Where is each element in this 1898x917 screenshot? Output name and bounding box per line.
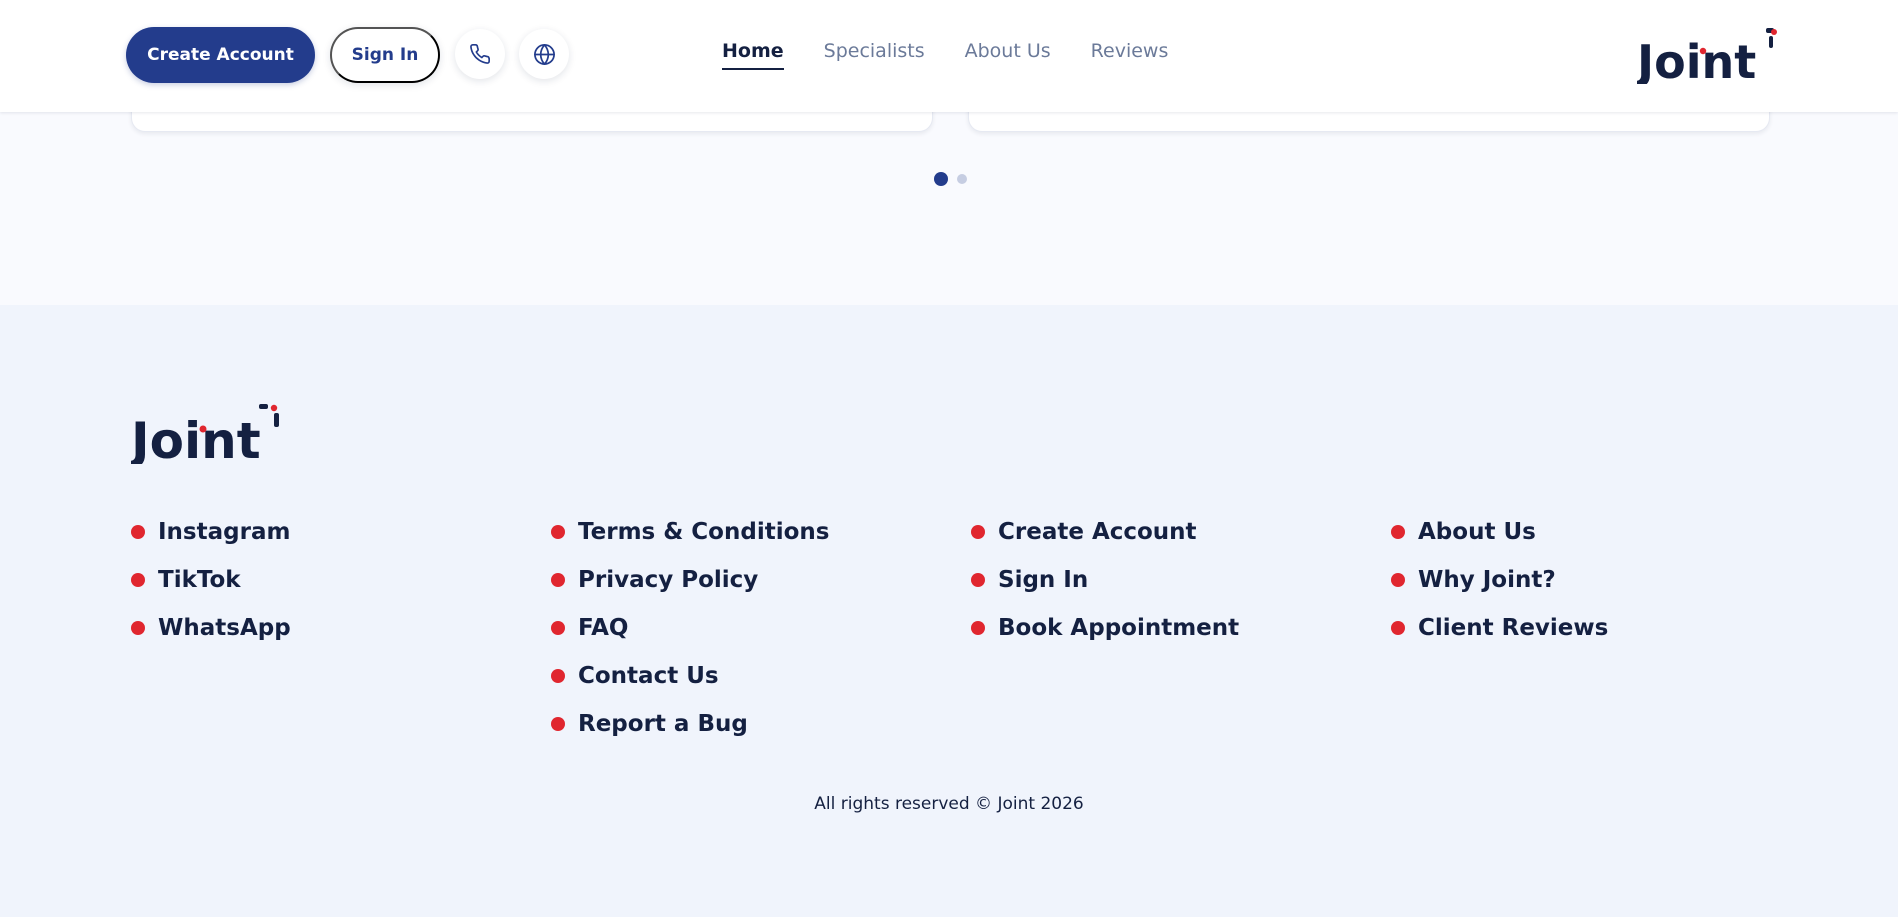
footer-link-why-joint[interactable]: Why Joint? (1391, 556, 1608, 604)
language-button[interactable] (519, 29, 569, 79)
header-logo[interactable]: Joint (1634, 28, 1779, 89)
bullet-icon (131, 525, 145, 539)
link-label: About Us (1418, 519, 1536, 545)
copyright-text: All rights reserved © Joint 2026 (814, 794, 1084, 814)
link-label: Privacy Policy (578, 567, 759, 593)
footer-column-legal: Terms & Conditions Privacy Policy FAQ Co… (551, 508, 829, 748)
bullet-icon (971, 573, 985, 587)
bullet-icon (971, 621, 985, 635)
bullet-icon (551, 525, 565, 539)
link-label: WhatsApp (158, 615, 291, 641)
footer-link-privacy[interactable]: Privacy Policy (551, 556, 829, 604)
bullet-icon (1391, 573, 1405, 587)
site-header: Create Account Sign In Home Specialists … (0, 0, 1898, 112)
footer-link-sign-in[interactable]: Sign In (971, 556, 1239, 604)
bullet-icon (1391, 525, 1405, 539)
footer-link-terms[interactable]: Terms & Conditions (551, 508, 829, 556)
bullet-icon (551, 573, 565, 587)
main-nav: Home Specialists About Us Reviews (722, 40, 1168, 70)
footer-column-company: About Us Why Joint? Client Reviews (1391, 508, 1608, 652)
create-account-button[interactable]: Create Account (126, 27, 315, 83)
link-label: TikTok (158, 567, 241, 593)
footer-column-account: Create Account Sign In Book Appointment (971, 508, 1239, 652)
link-label: Why Joint? (1418, 567, 1556, 593)
footer-link-book-appointment[interactable]: Book Appointment (971, 604, 1239, 652)
carousel-dot[interactable] (957, 174, 967, 184)
bullet-icon (1391, 621, 1405, 635)
link-label: Report a Bug (578, 711, 748, 737)
carousel-dot-active[interactable] (934, 172, 948, 186)
footer-link-about-us[interactable]: About Us (1391, 508, 1608, 556)
footer-link-faq[interactable]: FAQ (551, 604, 829, 652)
bullet-icon (131, 621, 145, 635)
footer-link-client-reviews[interactable]: Client Reviews (1391, 604, 1608, 652)
bullet-icon (971, 525, 985, 539)
logo-text: Joint (1637, 35, 1756, 84)
footer-link-create-account[interactable]: Create Account (971, 508, 1239, 556)
link-label: FAQ (578, 615, 629, 641)
footer-link-contact[interactable]: Contact Us (551, 652, 829, 700)
link-label: Create Account (998, 519, 1197, 545)
link-label: Terms & Conditions (578, 519, 830, 545)
page: Create Account Sign In Home Specialists … (0, 0, 1898, 917)
logo-text: Joint (131, 412, 261, 464)
footer-link-whatsapp[interactable]: WhatsApp (131, 604, 291, 652)
link-label: Sign In (998, 567, 1089, 593)
nav-about-us[interactable]: About Us (965, 40, 1051, 70)
link-label: Contact Us (578, 663, 719, 689)
nav-home[interactable]: Home (722, 40, 784, 70)
bullet-icon (131, 573, 145, 587)
link-label: Instagram (158, 519, 291, 545)
carousel-dots (934, 172, 967, 186)
footer-link-report-bug[interactable]: Report a Bug (551, 700, 829, 748)
globe-icon (533, 43, 555, 65)
link-label: Book Appointment (998, 615, 1240, 641)
phone-icon (470, 44, 490, 64)
nav-specialists[interactable]: Specialists (824, 40, 925, 70)
bullet-icon (551, 717, 565, 731)
footer-logo[interactable]: Joint (128, 404, 283, 470)
sign-in-button[interactable]: Sign In (330, 27, 440, 83)
link-label: Client Reviews (1418, 615, 1609, 641)
phone-button[interactable] (455, 29, 505, 79)
bullet-icon (551, 669, 565, 683)
footer-link-instagram[interactable]: Instagram (131, 508, 291, 556)
nav-reviews[interactable]: Reviews (1091, 40, 1169, 70)
footer-link-tiktok[interactable]: TikTok (131, 556, 291, 604)
bullet-icon (551, 621, 565, 635)
footer-column-social: Instagram TikTok WhatsApp (131, 508, 291, 652)
